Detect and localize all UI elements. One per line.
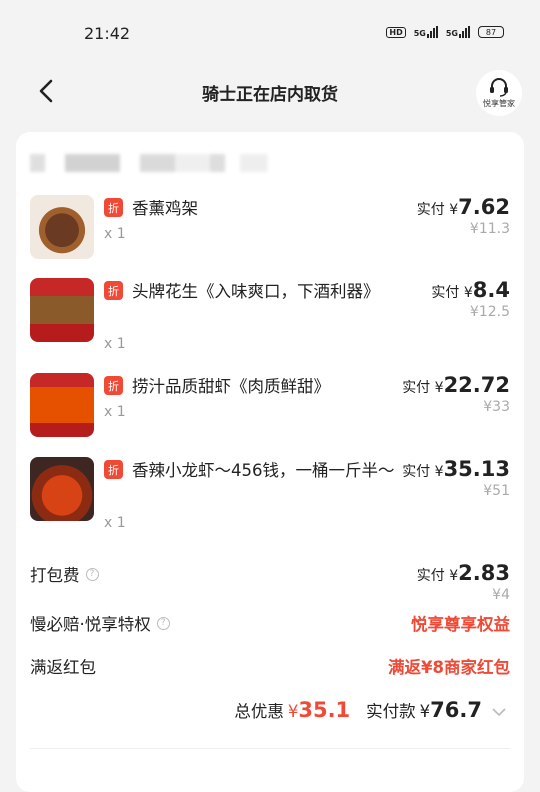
item-name: 香薰鸡架 bbox=[132, 199, 198, 218]
status-time: 21:42 bbox=[84, 24, 131, 43]
item-name: 头牌花生《入味爽口，下酒利器》 bbox=[132, 282, 380, 301]
paid-price: 8.4 bbox=[472, 278, 510, 302]
packing-fee-label: 打包费 bbox=[30, 566, 80, 585]
item-qty: x 1 bbox=[104, 226, 126, 242]
chevron-down-icon[interactable] bbox=[492, 707, 506, 717]
blurred-store-info bbox=[30, 154, 280, 172]
help-icon[interactable]: ? bbox=[85, 567, 99, 581]
item-image bbox=[30, 373, 94, 437]
yen-sign: ¥ bbox=[463, 285, 473, 301]
headset-icon bbox=[490, 78, 508, 97]
order-card: 折 香薰鸡架 x 1 实付 ¥7.62 ¥11.3 折 头牌花生《入味爽口，下酒… bbox=[16, 132, 524, 792]
butler-button[interactable]: 悦享管家 bbox=[476, 70, 522, 116]
total-discount-label: 总优惠 bbox=[234, 702, 284, 721]
total-discount: ¥35.1 bbox=[288, 698, 350, 722]
original-price: ¥12.5 bbox=[469, 304, 510, 320]
privilege-value: 悦享尊享权益 bbox=[411, 615, 510, 634]
status-icons: HD 5G 5G 87 bbox=[386, 26, 504, 38]
paid-label: 实付 bbox=[416, 202, 445, 218]
discount-badge: 折 bbox=[104, 460, 123, 479]
signal-5g-icon-1: 5G bbox=[414, 26, 438, 38]
red-packet-row[interactable]: 满返红包 满返¥8商家红包 bbox=[30, 654, 510, 682]
item-price: 实付 ¥7.62 ¥11.3 bbox=[417, 195, 510, 237]
original-price: ¥33 bbox=[483, 399, 510, 415]
red-packet-value: 满返¥8商家红包 bbox=[388, 658, 510, 677]
total-paid-label: 实付款 bbox=[366, 702, 416, 721]
order-item: 折 捞汁品质甜虾《肉质鲜甜》 x 1 实付 ¥22.72 ¥33 bbox=[30, 373, 510, 443]
packing-fee-row: 打包费 ? 实付 ¥2.83 ¥4 bbox=[30, 561, 510, 605]
original-price: ¥51 bbox=[483, 483, 510, 499]
yen-sign: ¥ bbox=[434, 380, 444, 396]
discount-badge: 折 bbox=[104, 198, 123, 217]
item-price: 实付 ¥22.72 ¥33 bbox=[402, 373, 510, 415]
yen-sign: ¥ bbox=[419, 702, 431, 721]
hd-icon: HD bbox=[386, 26, 406, 38]
item-price: 实付 ¥35.13 ¥51 bbox=[402, 457, 510, 499]
privilege-label: 慢必赔·悦享特权 bbox=[30, 615, 151, 634]
item-price: 实付 ¥8.4 ¥12.5 bbox=[431, 278, 510, 320]
page-title: 骑士正在店内取货 bbox=[202, 85, 338, 105]
order-item: 折 头牌花生《入味爽口，下酒利器》 x 1 实付 ¥8.4 ¥12.5 bbox=[30, 278, 510, 358]
paid-price: 22.72 bbox=[443, 373, 510, 397]
order-item: 折 香薰鸡架 x 1 实付 ¥7.62 ¥11.3 bbox=[30, 195, 510, 265]
total-paid: ¥76.7 bbox=[420, 698, 482, 722]
total-paid-value: 76.7 bbox=[430, 698, 482, 722]
yen-sign: ¥ bbox=[449, 568, 459, 584]
butler-label: 悦享管家 bbox=[483, 99, 515, 108]
item-name: 香辣小龙虾～456钱，一桶一斤半～ bbox=[132, 461, 395, 480]
item-image bbox=[30, 278, 94, 342]
paid-label: 实付 bbox=[431, 285, 460, 301]
item-qty: x 1 bbox=[104, 515, 126, 531]
total-discount-value: 35.1 bbox=[298, 698, 351, 722]
item-qty: x 1 bbox=[104, 404, 126, 420]
paid-price: 35.13 bbox=[443, 457, 510, 481]
total-row[interactable]: 总优惠 ¥35.1 实付款 ¥76.7 bbox=[234, 698, 506, 722]
divider bbox=[30, 748, 510, 749]
paid-price: 7.62 bbox=[458, 195, 510, 219]
battery-icon: 87 bbox=[478, 26, 504, 38]
yen-sign: ¥ bbox=[434, 464, 444, 480]
original-price: ¥11.3 bbox=[469, 221, 510, 237]
item-image bbox=[30, 195, 94, 259]
nav-bar: 骑士正在店内取货 悦享管家 bbox=[0, 66, 540, 118]
help-icon[interactable]: ? bbox=[156, 616, 170, 630]
privilege-row[interactable]: 慢必赔·悦享特权 ? 悦享尊享权益 bbox=[30, 611, 510, 639]
packing-fee-price: 实付 ¥2.83 ¥4 bbox=[417, 561, 510, 603]
yen-sign: ¥ bbox=[287, 702, 299, 721]
original-price: ¥4 bbox=[492, 587, 510, 603]
item-name: 捞汁品质甜虾《肉质鲜甜》 bbox=[132, 377, 330, 396]
status-bar: 21:42 HD 5G 5G 87 bbox=[0, 0, 540, 66]
discount-badge: 折 bbox=[104, 376, 123, 395]
item-image bbox=[30, 457, 94, 521]
order-item: 折 香辣小龙虾～456钱，一桶一斤半～ x 1 实付 ¥35.13 ¥51 bbox=[30, 457, 510, 539]
discount-badge: 折 bbox=[104, 281, 123, 300]
item-qty: x 1 bbox=[104, 336, 126, 352]
signal-5g-icon-2: 5G bbox=[446, 26, 470, 38]
yen-sign: ¥ bbox=[449, 202, 459, 218]
paid-price: 2.83 bbox=[458, 561, 510, 585]
red-packet-label: 满返红包 bbox=[30, 658, 96, 677]
paid-label: 实付 bbox=[402, 380, 431, 396]
paid-label: 实付 bbox=[402, 464, 431, 480]
paid-label: 实付 bbox=[416, 568, 445, 584]
